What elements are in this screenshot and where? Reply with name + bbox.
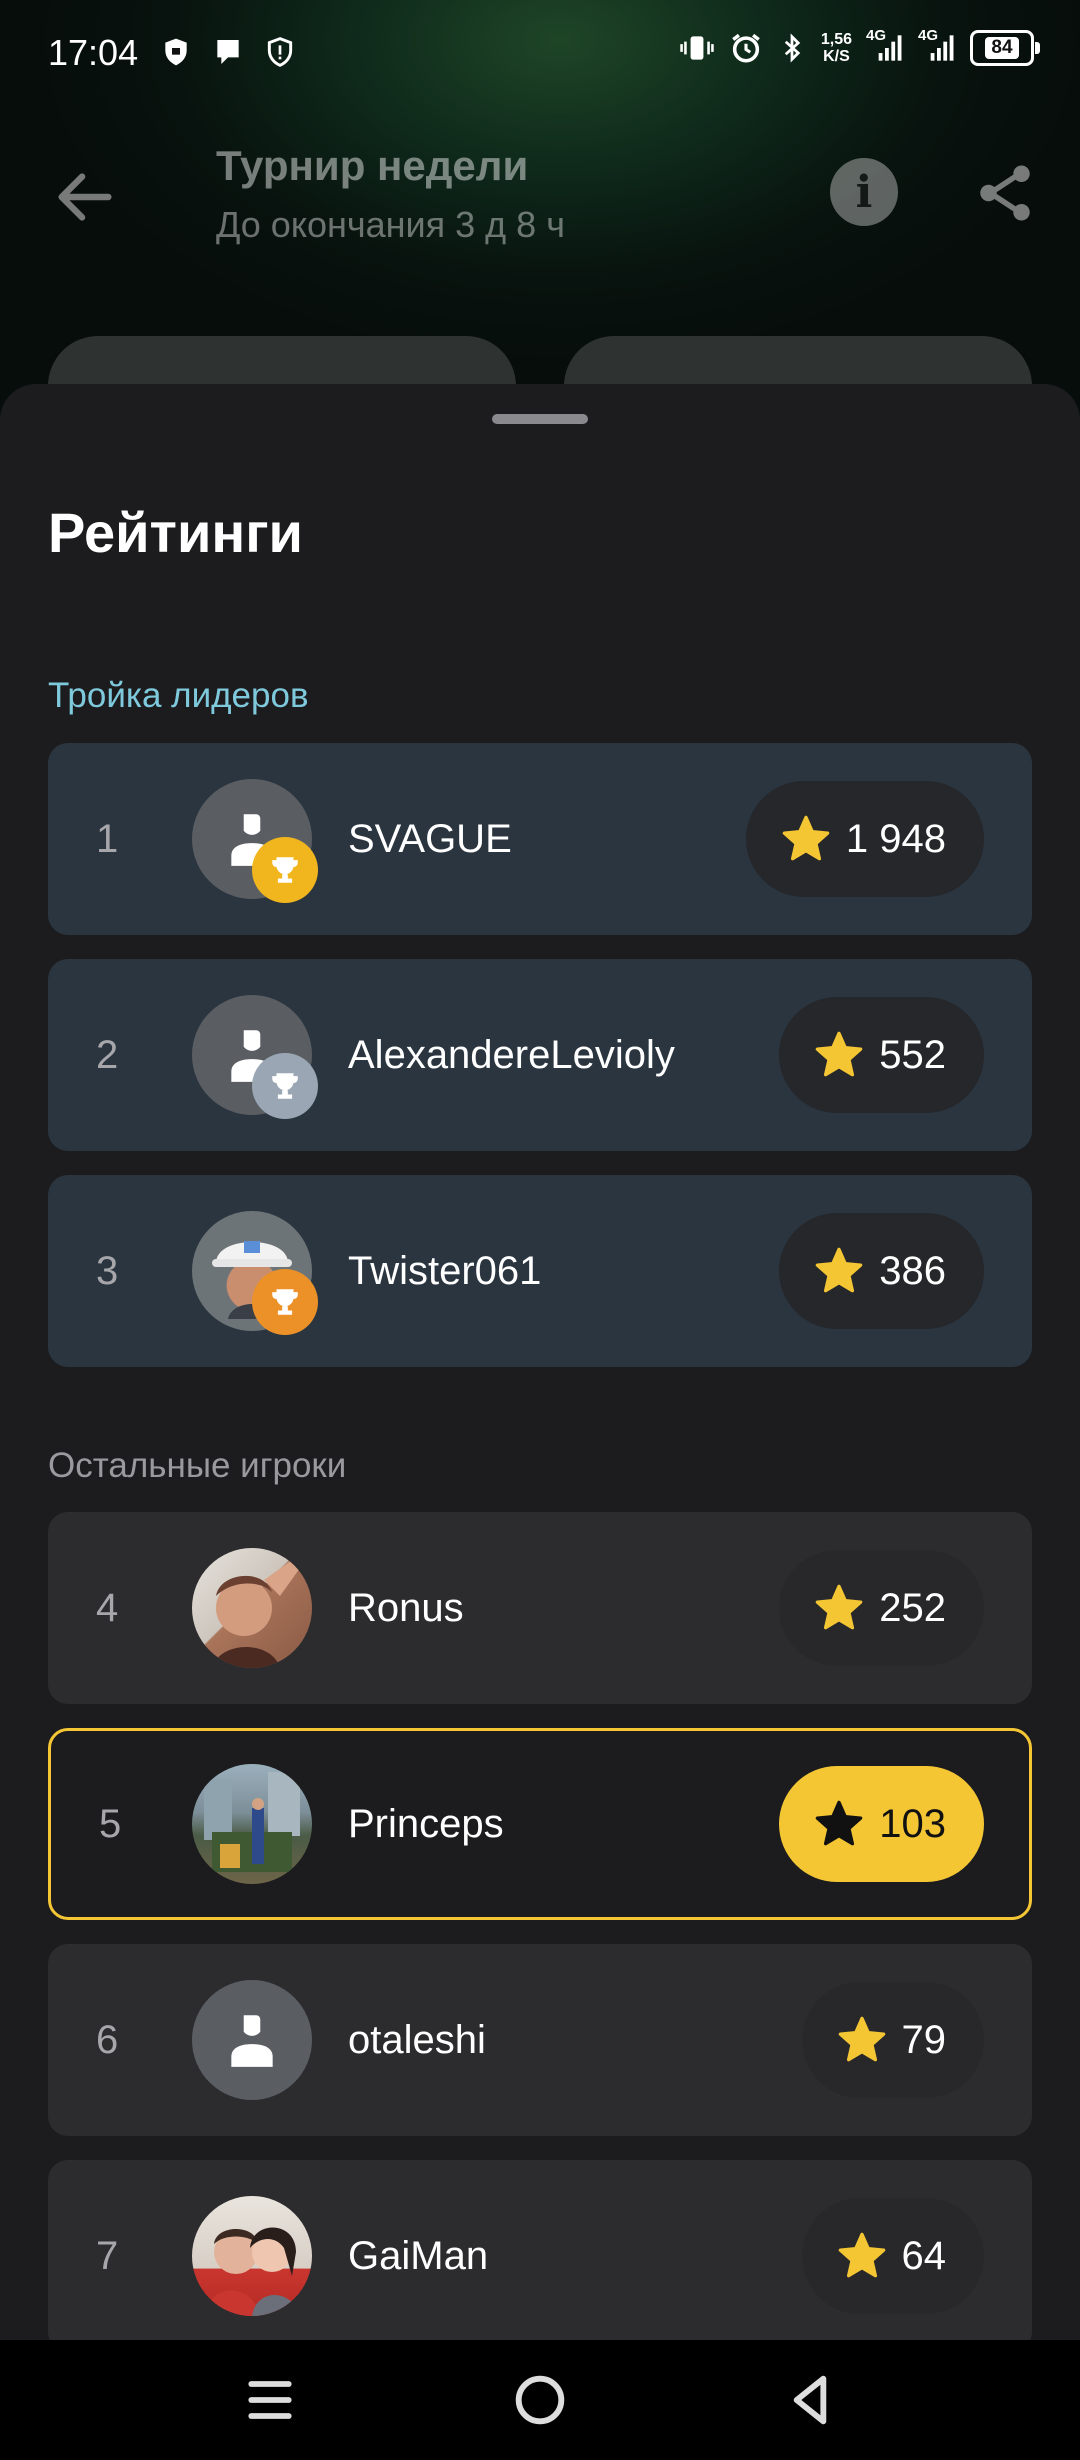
status-right-icons: 1,56 K/S 4G 4G 84 [679,27,1040,66]
rank-number: 4 [96,1585,119,1630]
avatar [192,2196,312,2316]
ratings-sheet: Рейтинги Тройка лидеров 1 SVAGUE 1 948 2 [0,384,1080,2352]
back-arrow-icon[interactable] [50,162,120,232]
player-row[interactable]: 6 otaleshi 79 [48,1944,1032,2136]
score-badge: 79 [801,1982,984,2098]
net-speed-value: 1,56 [820,31,852,48]
rank-number: 6 [96,2017,119,2062]
score-value: 386 [879,1248,946,1293]
star-icon [782,815,830,861]
current-user-row[interactable]: 5 Princeps 103 [48,1728,1032,1920]
status-bar: 17:04 1,56 K/S 4G 4G 84 [0,0,1080,110]
rank-number: 3 [96,1248,119,1293]
score-value: 252 [879,1585,946,1630]
star-icon [815,1800,863,1846]
star-icon [815,1031,863,1077]
signal-2: 4G [918,27,956,65]
score-badge: 252 [779,1550,984,1666]
rank-number: 2 [96,1032,119,1077]
avatar [192,1211,318,1335]
drag-handle[interactable] [492,414,588,424]
trophy-icon [252,837,318,903]
rank-number: 5 [99,1801,122,1846]
score-badge: 64 [801,2198,984,2314]
leader-row[interactable]: 3 Twister061 386 [48,1175,1032,1367]
signal-1: 4G [866,27,904,65]
score-badge: 103 [779,1766,984,1882]
player-name: GaiMan [348,2233,489,2278]
star-icon [838,2232,885,2278]
avatar [192,1548,312,1668]
avatar [192,1980,312,2100]
info-icon: i [855,166,873,218]
user-photo-icon [204,2227,300,2316]
score-badge: 1 948 [745,781,984,897]
shield-icon [165,38,187,66]
user-photo-icon [204,1772,300,1872]
star-icon [815,1584,863,1630]
signal-1-label: 4G [866,27,887,44]
leaders-section-label: Тройка лидеров [48,676,309,715]
menu-icon[interactable] [238,2368,302,2432]
avatar [192,779,318,903]
score-value: 1 948 [845,816,946,861]
alarm-icon [732,33,760,63]
status-left-icons [160,36,296,68]
score-value: 103 [879,1801,946,1846]
score-badge: 552 [779,997,984,1113]
system-nav-bar [0,2340,1080,2460]
others-section-label: Остальные игроки [48,1446,347,1485]
leader-row[interactable]: 1 SVAGUE 1 948 [48,743,1032,935]
page-subtitle: До окончания 3 д 8 ч [216,204,565,245]
bluetooth-icon [784,33,801,63]
battery-level: 84 [985,37,1019,59]
player-row[interactable]: 4 Ronus 252 [48,1512,1032,1704]
screen: 17:04 1,56 K/S 4G 4G 84 Турнир недели До… [0,0,1080,2460]
trophy-icon [252,1269,318,1335]
player-name: AlexandereLevioly [348,1032,675,1077]
score-value: 79 [901,2017,947,2062]
player-name: SVAGUE [348,816,512,861]
security-icon [267,37,293,67]
score-badge: 386 [779,1213,984,1329]
rank-number: 7 [96,2233,119,2278]
score-value: 552 [879,1032,946,1077]
avatar [192,1764,312,1884]
player-name: Ronus [348,1585,464,1630]
star-icon [838,2016,885,2062]
signal-2-label: 4G [918,27,939,44]
trophy-icon [252,1053,318,1119]
player-name: Princeps [348,1801,504,1846]
info-button[interactable]: i [830,158,898,226]
user-placeholder-icon [231,2015,273,2067]
back-icon[interactable] [778,2368,842,2432]
avatar [192,995,318,1119]
player-row[interactable]: 7 GaiMan 64 [48,2160,1032,2352]
share-icon[interactable] [972,160,1038,226]
sheet-title: Рейтинги [48,501,303,564]
message-icon [217,40,239,64]
player-name: otaleshi [348,2017,486,2062]
battery-icon: 84 [970,30,1040,66]
rank-number: 1 [96,816,119,861]
net-speed: 1,56 K/S [821,31,852,65]
player-name: Twister061 [348,1248,542,1293]
app-header: Турнир недели До окончания 3 д 8 ч i [0,120,1080,260]
score-value: 64 [901,2233,947,2278]
home-icon[interactable] [508,2368,572,2432]
page-title: Турнир недели [216,142,529,189]
vibrate-icon [680,36,714,60]
leader-row[interactable]: 2 AlexandereLevioly 552 [48,959,1032,1151]
status-time: 17:04 [48,32,139,73]
user-photo-icon [212,1560,300,1668]
net-speed-unit: K/S [823,48,850,65]
star-icon [815,1247,863,1293]
